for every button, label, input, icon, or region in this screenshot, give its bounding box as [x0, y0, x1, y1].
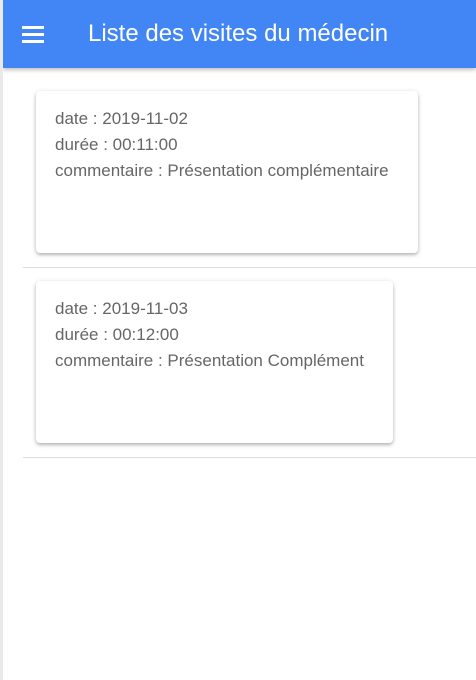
- menu-button[interactable]: [18, 20, 48, 48]
- visit-card[interactable]: date : 2019-11-03 durée : 00:12:00 comme…: [36, 281, 393, 443]
- visit-duration: durée : 00:11:00: [55, 135, 178, 154]
- page-title: Liste des visites du médecin: [88, 20, 389, 47]
- hamburger-menu-icon: [22, 26, 44, 43]
- visit-comment: commentaire : Présentation Complément: [55, 351, 364, 370]
- visit-comment: commentaire : Présentation complémentair…: [55, 161, 389, 180]
- visit-date: date : 2019-11-03: [55, 299, 188, 318]
- visit-list-item: date : 2019-11-03 durée : 00:12:00 comme…: [23, 268, 476, 458]
- app-bar: Liste des visites du médecin: [3, 0, 476, 68]
- visit-duration: durée : 00:12:00: [55, 325, 179, 344]
- visit-card[interactable]: date : 2019-11-02 durée : 00:11:00 comme…: [36, 91, 418, 253]
- visit-date: date : 2019-11-02: [55, 109, 188, 128]
- app-frame: Liste des visites du médecin date : 2019…: [3, 0, 476, 680]
- visits-list: date : 2019-11-02 durée : 00:11:00 comme…: [3, 68, 476, 458]
- visit-list-item: date : 2019-11-02 durée : 00:11:00 comme…: [23, 68, 476, 268]
